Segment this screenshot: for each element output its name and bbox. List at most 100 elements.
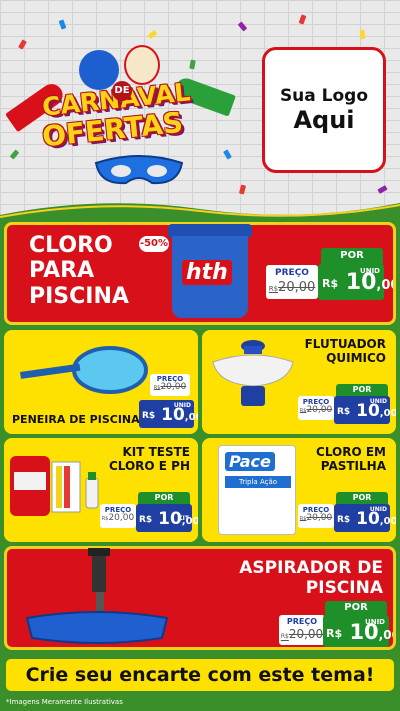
unit-label: KIT (178, 515, 189, 522)
pool-vacuum-image (25, 548, 169, 644)
new-price-box: R$ 10,00 UNID (139, 400, 198, 428)
chemical-floater-image (212, 340, 294, 406)
name-line: PISCINA (29, 283, 129, 309)
preco-label: PREÇO (286, 617, 318, 626)
confetti (238, 184, 247, 195)
old-price-value: 20,00 (278, 280, 316, 295)
currency: R$ (322, 277, 339, 290)
currency: R$ (142, 411, 156, 421)
disclaimer: *Imagens Meramente Ilustrativas (6, 698, 123, 706)
product-name: CLORO PARA PISCINA (29, 233, 129, 309)
balloon-icon (124, 45, 160, 85)
old-currency: R$ (280, 633, 289, 640)
name-line: PISCINA (305, 577, 383, 598)
old-price-box: PREÇO R$20,00 (150, 374, 190, 396)
name-line: CLORO EM (316, 445, 386, 459)
chlorine-bucket-image: hth (168, 224, 252, 320)
product-card-peneira[interactable]: PENEIRA DE PISCINA PREÇO R$20,00 R$ 10,0… (4, 330, 198, 434)
preco-label: PREÇO (275, 268, 309, 278)
por-label: POR (336, 492, 388, 504)
discount-badge: -50% (138, 235, 170, 253)
unit-label: UNID (369, 398, 387, 405)
confetti (58, 19, 67, 30)
currency: R$ (139, 515, 153, 525)
unit-label: UNID (360, 267, 380, 275)
bag-subtitle: Tripla Ação (225, 476, 291, 488)
new-price-box: R$ 10,00 UNID (334, 504, 396, 532)
unit-label: UNID (365, 618, 385, 626)
new-price-box: R$ 10,00 UNID (318, 264, 393, 300)
name-line: PARA (29, 258, 95, 284)
confetti (298, 14, 307, 25)
name-line: KIT TESTE (122, 445, 190, 459)
old-price-value: 20,00 (160, 382, 187, 392)
confetti (223, 149, 232, 160)
old-price: R$20,00 (298, 406, 334, 415)
name-line: CLORO (29, 233, 113, 258)
old-price-value: 20,00 (288, 627, 324, 641)
product-name: ASPIRADOR DE PISCINA (239, 558, 383, 598)
currency: R$ (337, 407, 351, 417)
currency: R$ (326, 627, 343, 640)
carnaval-title: CARNAVAL DE OFERTAS (5, 45, 236, 185)
currency: R$ (337, 515, 351, 525)
old-price-value: 20,00 (306, 513, 333, 523)
product-name: CLORO EM PASTILHA (316, 445, 386, 474)
por-label: POR (325, 601, 387, 615)
price-dec: ,00 (378, 628, 393, 642)
name-line: ASPIRADOR DE (239, 558, 383, 578)
product-card-kit[interactable]: KIT TESTE CLORO E PH POR PREÇO R$20,00 R… (4, 438, 198, 542)
carnival-mask-icon (94, 155, 184, 185)
old-price: R$20,00 (279, 628, 325, 640)
old-price-box: PREÇO R$20,00 (279, 615, 325, 645)
green-wave (0, 203, 400, 225)
old-price: R$20,00 (100, 514, 136, 523)
title-de: DE (112, 81, 132, 101)
por-label: POR (321, 248, 383, 264)
price-dec: ,00 (379, 408, 396, 419)
logo-line2: Aqui (293, 106, 355, 134)
name-line: PASTILHA (320, 458, 386, 473)
name-line: QUIMICO (326, 350, 386, 365)
por-label: POR (336, 384, 388, 396)
price-dec: ,00 (379, 516, 396, 527)
price-dec: ,00 (184, 412, 198, 423)
name-line: FLUTUADOR (304, 337, 386, 351)
name-line: CLORO E PH (108, 458, 190, 473)
old-price-value: 20,00 (306, 405, 333, 415)
product-name: FLUTUADOR QUIMICO (304, 337, 386, 366)
new-price-box: R$ 10,00 KIT (136, 504, 198, 532)
confetti (359, 29, 366, 40)
price-dec: ,00 (376, 278, 393, 293)
logo-line1: Sua Logo (279, 86, 369, 106)
product-name: KIT TESTE CLORO E PH (108, 445, 190, 474)
unit-label: UNID (369, 506, 387, 513)
old-price-box: PREÇO R$20,00 (298, 504, 334, 528)
old-price: R$20,00 (150, 383, 190, 392)
product-name: PENEIRA DE PISCINA (12, 413, 140, 426)
old-price: R$20,00 (266, 281, 318, 294)
test-kit-image (10, 456, 99, 516)
bottom-banner: Crie seu encarte com este tema! (3, 656, 397, 694)
old-price-box: PREÇO R$20,00 (298, 396, 334, 420)
new-price-box: R$ 10,00 UNID (334, 396, 396, 424)
logo-placeholder: Sua Logo Aqui (262, 47, 386, 173)
bag-brand: Pace (225, 452, 275, 471)
confetti (237, 21, 248, 32)
pool-skimmer-net-image (20, 346, 148, 394)
confetti (147, 29, 158, 40)
old-currency: R$ (268, 285, 279, 293)
chlorine-tablet-bag-image: Pace Tripla Ação (218, 445, 296, 535)
confetti (377, 185, 388, 194)
bucket-brand: hth (182, 260, 232, 285)
confetti (18, 39, 27, 50)
product-card-flutuador[interactable]: FLUTUADOR QUIMICO POR PREÇO R$20,00 R$ 1… (202, 330, 396, 434)
header: CARNAVAL DE OFERTAS Sua Logo Aqui (0, 0, 400, 215)
old-price-box: PREÇO R$20,00 (100, 504, 136, 528)
old-price-box: PREÇO R$20,00 (266, 265, 318, 299)
old-price-value: 20,00 (108, 513, 135, 523)
new-price-box: R$ 10,00 UNID (323, 615, 393, 647)
old-price: R$20,00 (298, 514, 334, 523)
por-label: POR (138, 492, 190, 504)
unit-label: UNID (173, 402, 191, 409)
